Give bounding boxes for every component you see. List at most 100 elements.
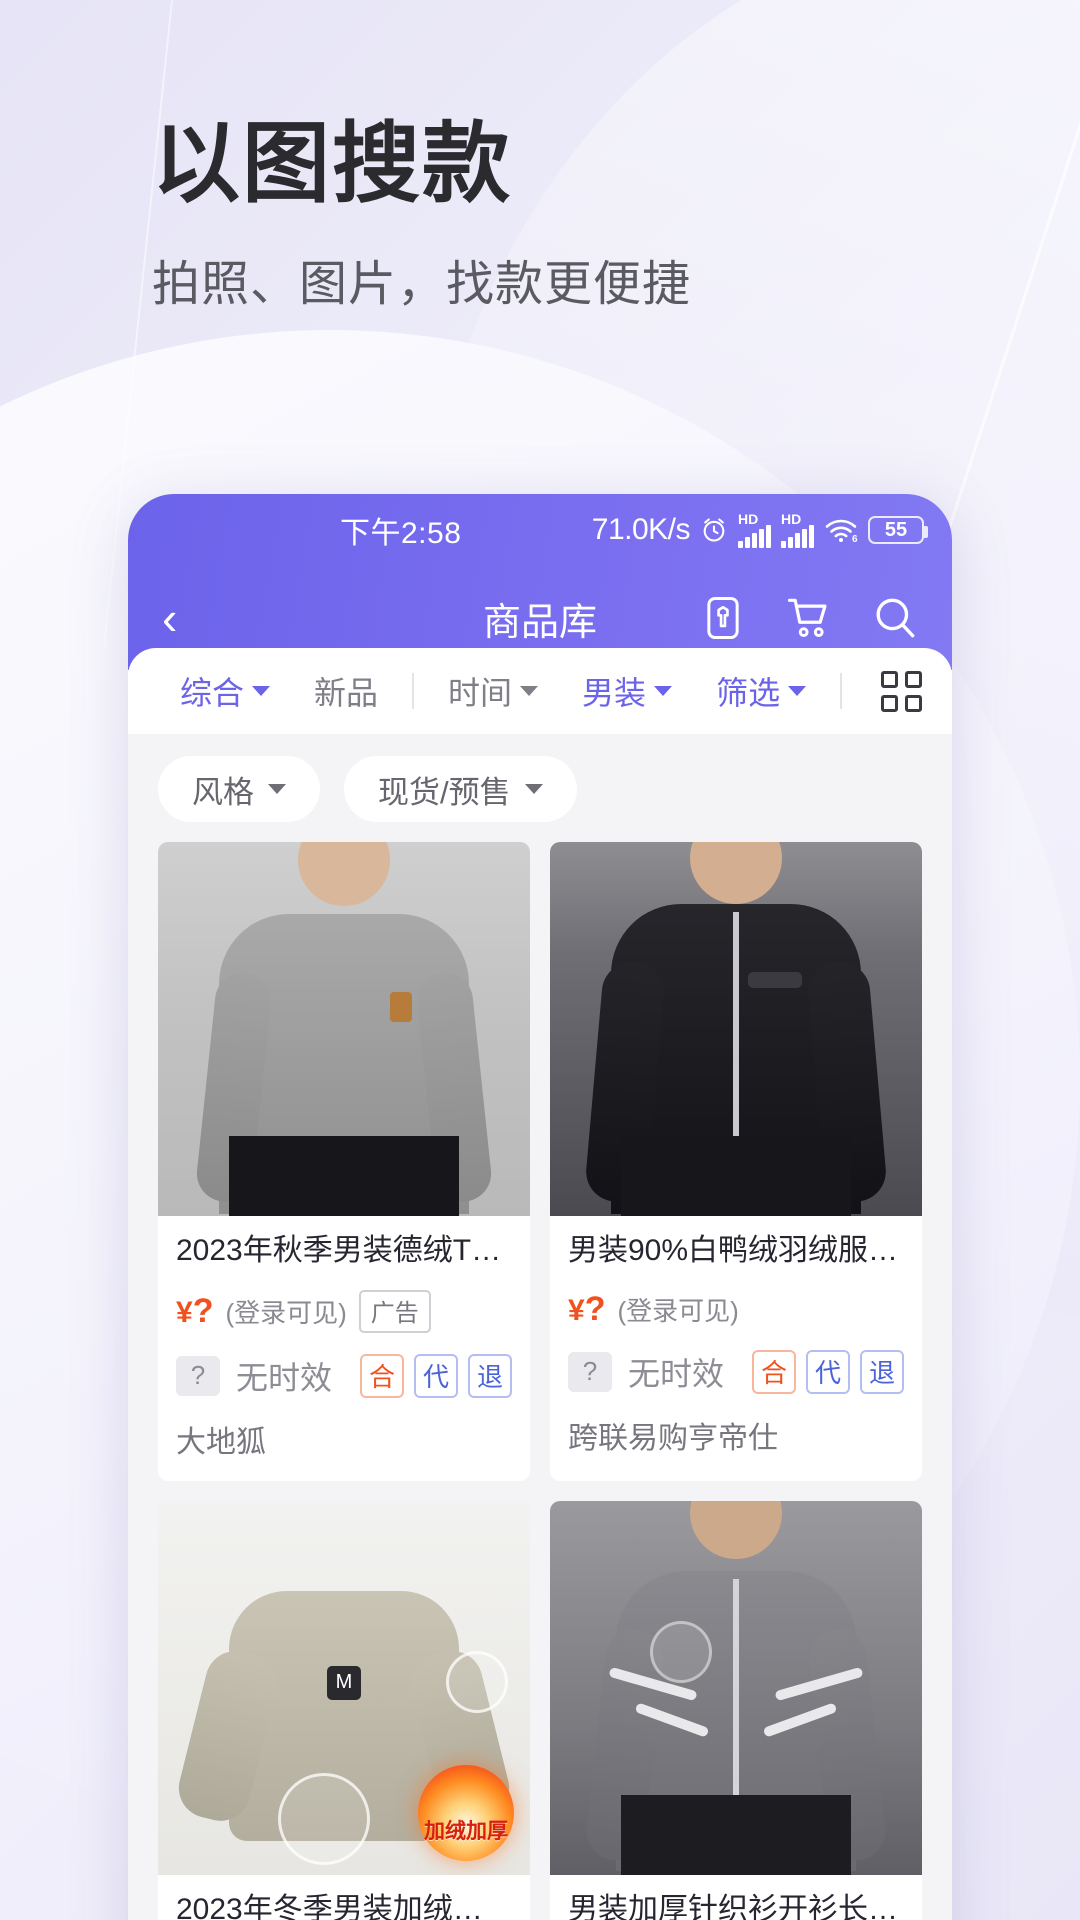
filter-tab-label: 筛选	[716, 675, 781, 711]
tag-dai: 代	[806, 1349, 850, 1394]
status-icons: 71.0K/s HD HD 6 55	[591, 510, 928, 548]
pill-label: 风格	[192, 774, 254, 810]
status-time: 下午2:58	[340, 517, 462, 550]
filter-divider	[840, 673, 843, 709]
pill-label: 现货/预售	[378, 774, 511, 810]
product-image[interactable]	[550, 1500, 922, 1875]
product-price: ¥?	[568, 1290, 605, 1329]
garment-patch: M	[327, 1665, 361, 1700]
model-pants	[621, 1794, 851, 1875]
product-price: ¥?	[176, 1292, 213, 1331]
currency-symbol: ¥	[176, 1295, 193, 1329]
tag-tui: 退	[860, 1349, 904, 1394]
product-card[interactable]: M 加绒加厚 2023年冬季男装加绒卫衣圆... ¥? (登录可见)	[158, 1500, 530, 1920]
question-icon[interactable]: ?	[568, 1351, 612, 1392]
tag-tui: 退	[468, 1353, 512, 1398]
shop-name[interactable]: 跨联易购亨帝仕	[568, 1413, 904, 1457]
question-icon[interactable]: ?	[176, 1355, 220, 1396]
product-title: 2023年秋季男装德绒T恤半...	[176, 1234, 512, 1267]
filter-tab-comprehensive[interactable]: 综合	[158, 668, 292, 714]
product-image[interactable]	[550, 842, 922, 1216]
garment-logo	[390, 992, 412, 1022]
signal-icon-2: HD	[781, 510, 814, 548]
model-pants	[229, 1136, 459, 1216]
product-card[interactable]: 男装加厚针织衫开衫长袖直... ¥? (登录可见)	[550, 1500, 922, 1920]
timeliness-label: 无时效	[236, 1359, 333, 1396]
ad-badge: 广告	[358, 1289, 431, 1333]
filter-bar: 综合 新品 时间 男装 筛选	[128, 648, 952, 734]
product-image[interactable]	[158, 842, 530, 1216]
page-root: 以图搜款 拍照、图片，找款更便捷 下午2:58 71.0K/s HD HD 6 …	[0, 0, 1080, 1920]
filter-tab-label: 时间	[448, 675, 513, 711]
currency-symbol: ¥	[568, 1293, 585, 1327]
page-subtitle: 拍照、图片，找款更便捷	[152, 258, 692, 312]
price-row: ¥? (登录可见)	[568, 1290, 904, 1329]
garment-zipper	[733, 1578, 739, 1819]
filter-tab-new[interactable]: 新品	[292, 668, 400, 714]
login-required-note: (登录可见)	[225, 1297, 347, 1328]
signal-icon-1: HD	[738, 511, 771, 548]
phone-mockup: 下午2:58 71.0K/s HD HD 6 55 ‹ 商品库 综合 新品 时间…	[128, 494, 952, 1920]
tag-he: 合	[360, 1353, 404, 1398]
price-row: ¥? (登录可见) 广告	[176, 1289, 512, 1333]
product-info: 2023年冬季男装加绒卫衣圆... ¥? (登录可见)	[158, 1875, 530, 1920]
model-pants	[621, 1136, 851, 1216]
service-tags: 合 代 退	[752, 1349, 904, 1394]
alarm-icon	[703, 518, 725, 542]
garment-zipper	[733, 912, 739, 1162]
chevron-down-icon	[520, 686, 539, 696]
page-title: 以图搜款	[152, 114, 513, 213]
chevron-left-icon[interactable]: ‹	[162, 595, 216, 641]
meta-row: ? 无时效 合 代 退	[176, 1353, 512, 1399]
battery-icon: 55	[868, 516, 928, 544]
filter-tab-menswear[interactable]: 男装	[560, 668, 694, 714]
hd-label-2: HD	[781, 510, 802, 527]
grid-view-icon[interactable]	[881, 670, 922, 712]
product-title: 男装加厚针织衫开衫长袖直...	[568, 1892, 904, 1920]
decor-bubble	[278, 1772, 370, 1865]
flame-badge-label: 加绒加厚	[424, 1819, 508, 1843]
product-image[interactable]: M 加绒加厚	[158, 1500, 530, 1875]
filter-tab-time[interactable]: 时间	[426, 668, 560, 714]
price-value: ?	[584, 1289, 606, 1328]
nav-actions	[700, 595, 918, 641]
hero-text-block: 以图搜款 拍照、图片，找款更便捷	[152, 114, 692, 314]
decor-bubble	[446, 1650, 508, 1713]
network-speed: 71.0K/s	[591, 513, 691, 546]
product-title: 男装90%白鸭绒羽绒服立领...	[568, 1234, 904, 1267]
filter-tab-label: 新品	[314, 675, 379, 711]
tag-dai: 代	[414, 1353, 458, 1398]
product-card[interactable]: 男装90%白鸭绒羽绒服立领... ¥? (登录可见) ? 无时效 合 代	[550, 842, 922, 1481]
chevron-down-icon	[268, 784, 286, 794]
login-required-note: (登录可见)	[617, 1295, 739, 1326]
flame-badge: 加绒加厚	[418, 1764, 514, 1861]
chevron-down-icon	[524, 784, 543, 794]
chevron-down-icon	[788, 686, 807, 696]
timeliness-label: 无时效	[628, 1355, 725, 1392]
tag-he: 合	[752, 1349, 796, 1394]
phone-header: 下午2:58 71.0K/s HD HD 6 55 ‹ 商品库	[128, 494, 952, 670]
pill-style[interactable]: 风格	[158, 756, 320, 822]
chevron-down-icon	[654, 686, 673, 696]
filter-tab-label: 综合	[180, 675, 245, 711]
product-title: 2023年冬季男装加绒卫衣圆...	[176, 1892, 512, 1920]
wifi-6-icon: 6	[825, 519, 858, 543]
pill-stock-presale[interactable]: 现货/预售	[344, 756, 577, 822]
product-grid: 2023年秋季男装德绒T恤半... ¥? (登录可见) 广告 ? 无时效 合	[128, 842, 952, 1920]
chevron-down-icon	[252, 686, 271, 696]
filter-tab-filters[interactable]: 筛选	[694, 668, 828, 714]
decor-bubble	[650, 1620, 712, 1683]
product-info: 2023年秋季男装德绒T恤半... ¥? (登录可见) 广告 ? 无时效 合	[158, 1216, 530, 1481]
shop-name[interactable]: 大地狐	[176, 1417, 512, 1461]
battery-level: 55	[884, 518, 908, 541]
svg-text:6: 6	[852, 534, 858, 543]
shopping-cart-icon[interactable]	[786, 595, 832, 641]
meta-row: ? 无时效 合 代 退	[568, 1349, 904, 1395]
product-info: 男装90%白鸭绒羽绒服立领... ¥? (登录可见) ? 无时效 合 代	[550, 1216, 922, 1477]
garment-scan-icon[interactable]	[700, 595, 746, 641]
price-value: ?	[192, 1291, 214, 1330]
brand-patch	[748, 972, 802, 988]
search-icon[interactable]	[872, 595, 918, 641]
product-card[interactable]: 2023年秋季男装德绒T恤半... ¥? (登录可见) 广告 ? 无时效 合	[158, 842, 530, 1481]
secondary-filter-row: 风格 现货/预售	[128, 734, 952, 842]
